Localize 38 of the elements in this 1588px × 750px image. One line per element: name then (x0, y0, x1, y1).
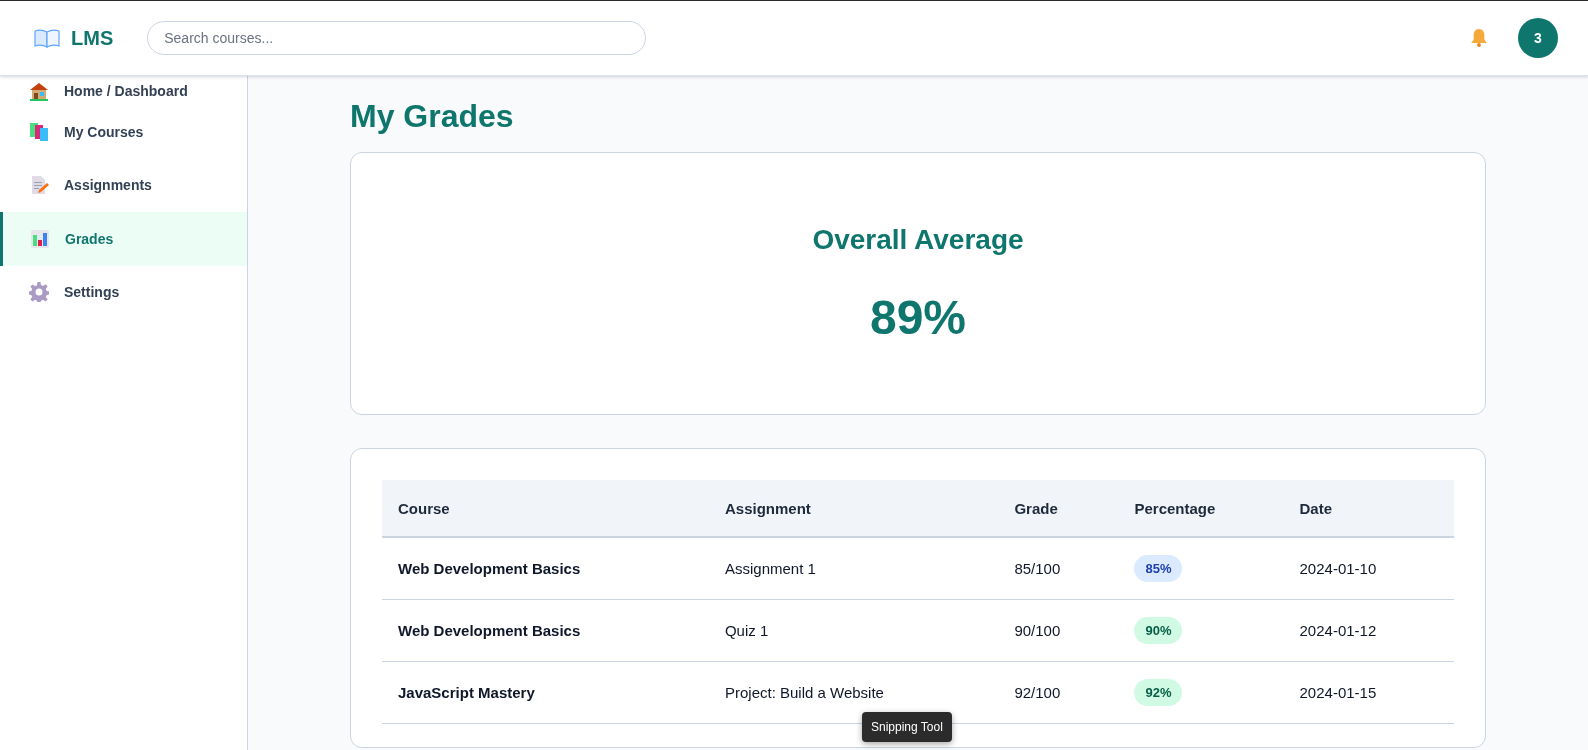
house-icon (29, 80, 49, 101)
column-header: Percentage (1118, 480, 1284, 537)
bar-chart-icon (30, 228, 50, 249)
percentage-badge: 90% (1134, 616, 1183, 644)
grade-cell: 90/100 (998, 599, 1119, 661)
sidebar-item[interactable]: Home / Dashboard (0, 76, 247, 105)
date-cell: 2024-01-15 (1283, 661, 1454, 723)
column-header: Assignment (708, 480, 999, 537)
course-cell: JavaScript Mastery (382, 661, 709, 723)
gear-icon (29, 282, 49, 303)
search-field[interactable]: Search courses... (147, 21, 647, 55)
summary-value: 89% (869, 289, 967, 346)
books-icon (29, 121, 49, 142)
date-cell: 2024-01-10 (1283, 537, 1454, 599)
sidebar-item[interactable]: My Courses (0, 105, 247, 159)
course-cell: Web Development Basics (382, 537, 709, 599)
tooltip: Snipping Tool (862, 712, 952, 742)
column-header: Date (1283, 480, 1454, 537)
page-title: My Grades (350, 97, 515, 136)
user-avatar[interactable]: 3 (1518, 18, 1558, 58)
course-cell: Web Development Basics (382, 599, 709, 661)
document-pencil-icon (29, 175, 49, 196)
percentage-badge: 85% (1134, 554, 1183, 582)
sidebar-item[interactable]: Assignments (0, 158, 247, 212)
logo-text: LMS (71, 26, 114, 50)
date-cell: 2024-01-12 (1283, 599, 1454, 661)
bell-icon[interactable] (1470, 29, 1488, 47)
column-header: Course (382, 480, 709, 537)
grade-cell: 85/100 (998, 537, 1119, 599)
percentage-badge: 92% (1134, 678, 1183, 706)
grade-cell: 92/100 (998, 661, 1119, 723)
column-header: Grade (998, 480, 1119, 537)
assignment-cell: Quiz 1 (708, 599, 999, 661)
sidebar-item[interactable]: Settings (0, 265, 247, 319)
assignment-cell: Assignment 1 (708, 537, 999, 599)
sidebar-item[interactable]: Grades (0, 212, 247, 266)
summary-label: Overall Average (812, 222, 1024, 257)
open-book-icon (34, 28, 60, 48)
